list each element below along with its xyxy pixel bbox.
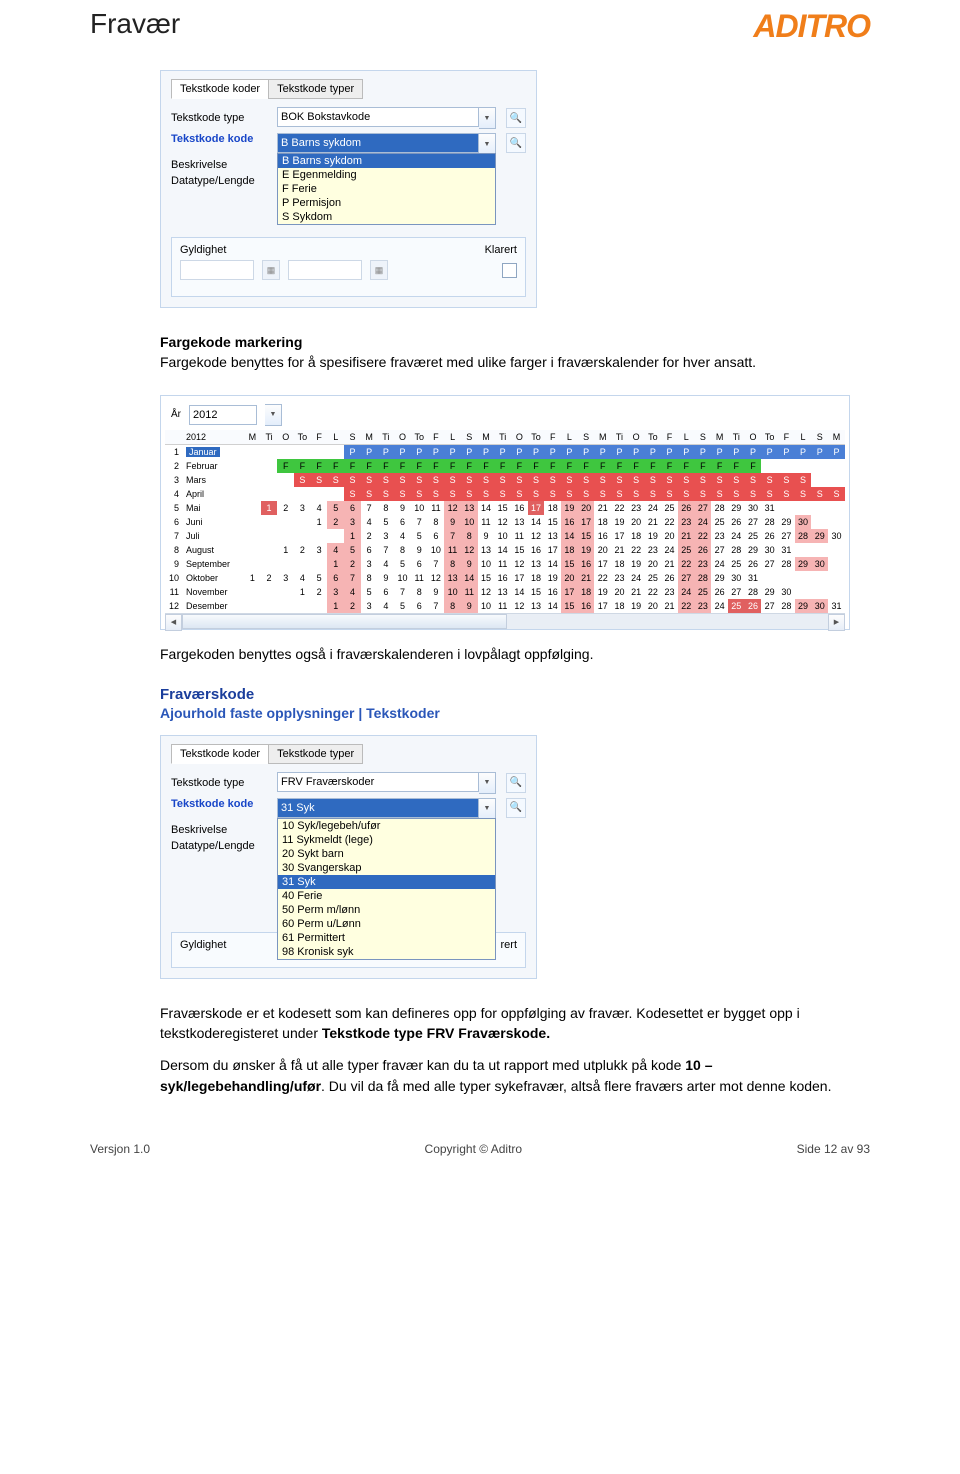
- tekstkode-kode-field[interactable]: 31 Syk: [277, 798, 479, 818]
- dropdown-item[interactable]: 98 Kronisk syk: [278, 945, 495, 959]
- footer-copyright: Copyright © Aditro: [425, 1142, 523, 1156]
- dropdown-item[interactable]: 30 Svangerskap: [278, 861, 495, 875]
- body-paragraph: Fargekode markering Fargekode benyttes f…: [160, 332, 840, 373]
- fravaerskalender: År 2012 ▼ 2012MTiOToFLSMTiOToFLSMTiOToFL…: [160, 395, 850, 630]
- body-paragraph: Fraværskode er et kodesett som kan defin…: [160, 1003, 840, 1044]
- dropdown-item[interactable]: 50 Perm m/lønn: [278, 903, 495, 917]
- tekstkode-type-dropdown-arrow[interactable]: ▼: [479, 107, 496, 129]
- calendar-grid: 2012MTiOToFLSMTiOToFLSMTiOToFLSMTiOToFLS…: [165, 430, 845, 613]
- tekstkode-kode-dropdown-arrow[interactable]: ▼: [479, 133, 496, 155]
- label-tekstkode-type: Tekstkode type: [171, 777, 271, 789]
- footer-version: Versjon 1.0: [90, 1142, 150, 1156]
- tekstkode-panel-1: Tekstkode koderTekstkode typer Tekstkode…: [160, 70, 537, 308]
- dropdown-item[interactable]: B Barns sykdom: [278, 154, 495, 168]
- lookup-icon[interactable]: 🔍: [506, 773, 526, 793]
- calendar-icon[interactable]: ▦: [370, 260, 388, 280]
- tekstkode-kode-dropdown-list[interactable]: 10 Syk/legebeh/ufør 11 Sykmeldt (lege) 2…: [277, 818, 496, 960]
- calendar-icon[interactable]: ▦: [262, 260, 280, 280]
- tab-tekstkode-typer[interactable]: Tekstkode typer: [268, 744, 363, 764]
- lookup-icon[interactable]: 🔍: [506, 108, 526, 128]
- dropdown-arrow-icon[interactable]: ▼: [479, 772, 496, 794]
- label-klarert: rert: [501, 939, 518, 951]
- label-gyldighet: Gyldighet: [180, 939, 226, 951]
- brand-logo: ADITRO: [753, 8, 870, 45]
- page-footer: Versjon 1.0 Copyright © Aditro Side 12 a…: [90, 1118, 870, 1156]
- dropdown-arrow-icon[interactable]: ▼: [479, 798, 496, 820]
- breadcrumb: Ajourhold faste opplysninger | Tekstkode…: [160, 705, 840, 721]
- dropdown-item[interactable]: 40 Ferie: [278, 889, 495, 903]
- dropdown-item[interactable]: 31 Syk: [278, 875, 495, 889]
- label-gyldighet: Gyldighet: [180, 244, 226, 256]
- tab-tekstkode-koder[interactable]: Tekstkode koder: [171, 79, 269, 99]
- body-paragraph: Fargekoden benyttes også i fraværskalend…: [160, 644, 840, 664]
- label-year: År: [171, 409, 181, 420]
- lookup-icon[interactable]: 🔍: [506, 133, 526, 153]
- tekstkode-panel-2: Tekstkode koderTekstkode typer Tekstkode…: [160, 735, 537, 979]
- label-beskrivelse: Beskrivelse: [171, 824, 271, 836]
- page-title: Fravær: [90, 8, 180, 40]
- scrollbar-thumb[interactable]: [182, 614, 507, 629]
- label-datatype: Datatype/Lengde: [171, 840, 271, 852]
- label-tekstkode-type: Tekstkode type: [171, 112, 271, 124]
- gyldighet-til-field[interactable]: [288, 260, 362, 280]
- dropdown-item[interactable]: 60 Perm u/Lønn: [278, 917, 495, 931]
- dropdown-item[interactable]: 20 Sykt barn: [278, 847, 495, 861]
- tekstkode-type-field[interactable]: FRV Fraværskoder: [277, 772, 479, 792]
- horizontal-scrollbar[interactable]: ◀ ▶: [165, 613, 845, 629]
- tab-tekstkode-koder[interactable]: Tekstkode koder: [171, 744, 269, 764]
- scroll-left-arrow[interactable]: ◀: [165, 614, 182, 631]
- label-datatype: Datatype/Lengde: [171, 175, 271, 187]
- klarert-checkbox[interactable]: [502, 263, 517, 278]
- dropdown-item[interactable]: 11 Sykmeldt (lege): [278, 833, 495, 847]
- lookup-icon[interactable]: 🔍: [506, 798, 526, 818]
- dropdown-item[interactable]: S Sykdom: [278, 210, 495, 224]
- dropdown-item[interactable]: E Egenmelding: [278, 168, 495, 182]
- heading-fravaerskode: Fraværskode: [160, 686, 840, 703]
- label-tekstkode-kode: Tekstkode kode: [171, 133, 271, 145]
- tekstkode-type-field[interactable]: BOK Bokstavkode: [277, 107, 479, 127]
- tekstkode-kode-dropdown-list[interactable]: B Barns sykdom E Egenmelding F Ferie P P…: [277, 153, 496, 225]
- tab-tekstkode-typer[interactable]: Tekstkode typer: [268, 79, 363, 99]
- label-klarert: Klarert: [485, 244, 517, 256]
- dropdown-item[interactable]: 61 Permittert: [278, 931, 495, 945]
- dropdown-item[interactable]: 10 Syk/legebeh/ufør: [278, 819, 495, 833]
- footer-page-number: Side 12 av 93: [797, 1142, 870, 1156]
- year-dropdown-arrow[interactable]: ▼: [265, 404, 282, 426]
- heading-fargekode-markering: Fargekode markering: [160, 334, 302, 350]
- tekstkode-kode-field[interactable]: B Barns sykdom: [277, 133, 479, 153]
- label-beskrivelse: Beskrivelse: [171, 159, 271, 171]
- gyldighet-fra-field[interactable]: [180, 260, 254, 280]
- scroll-right-arrow[interactable]: ▶: [828, 614, 845, 631]
- year-field[interactable]: 2012: [189, 405, 257, 425]
- dropdown-item[interactable]: F Ferie: [278, 182, 495, 196]
- dropdown-item[interactable]: P Permisjon: [278, 196, 495, 210]
- body-paragraph: Dersom du ønsker å få ut alle typer frav…: [160, 1055, 840, 1096]
- label-tekstkode-kode: Tekstkode kode: [171, 798, 271, 810]
